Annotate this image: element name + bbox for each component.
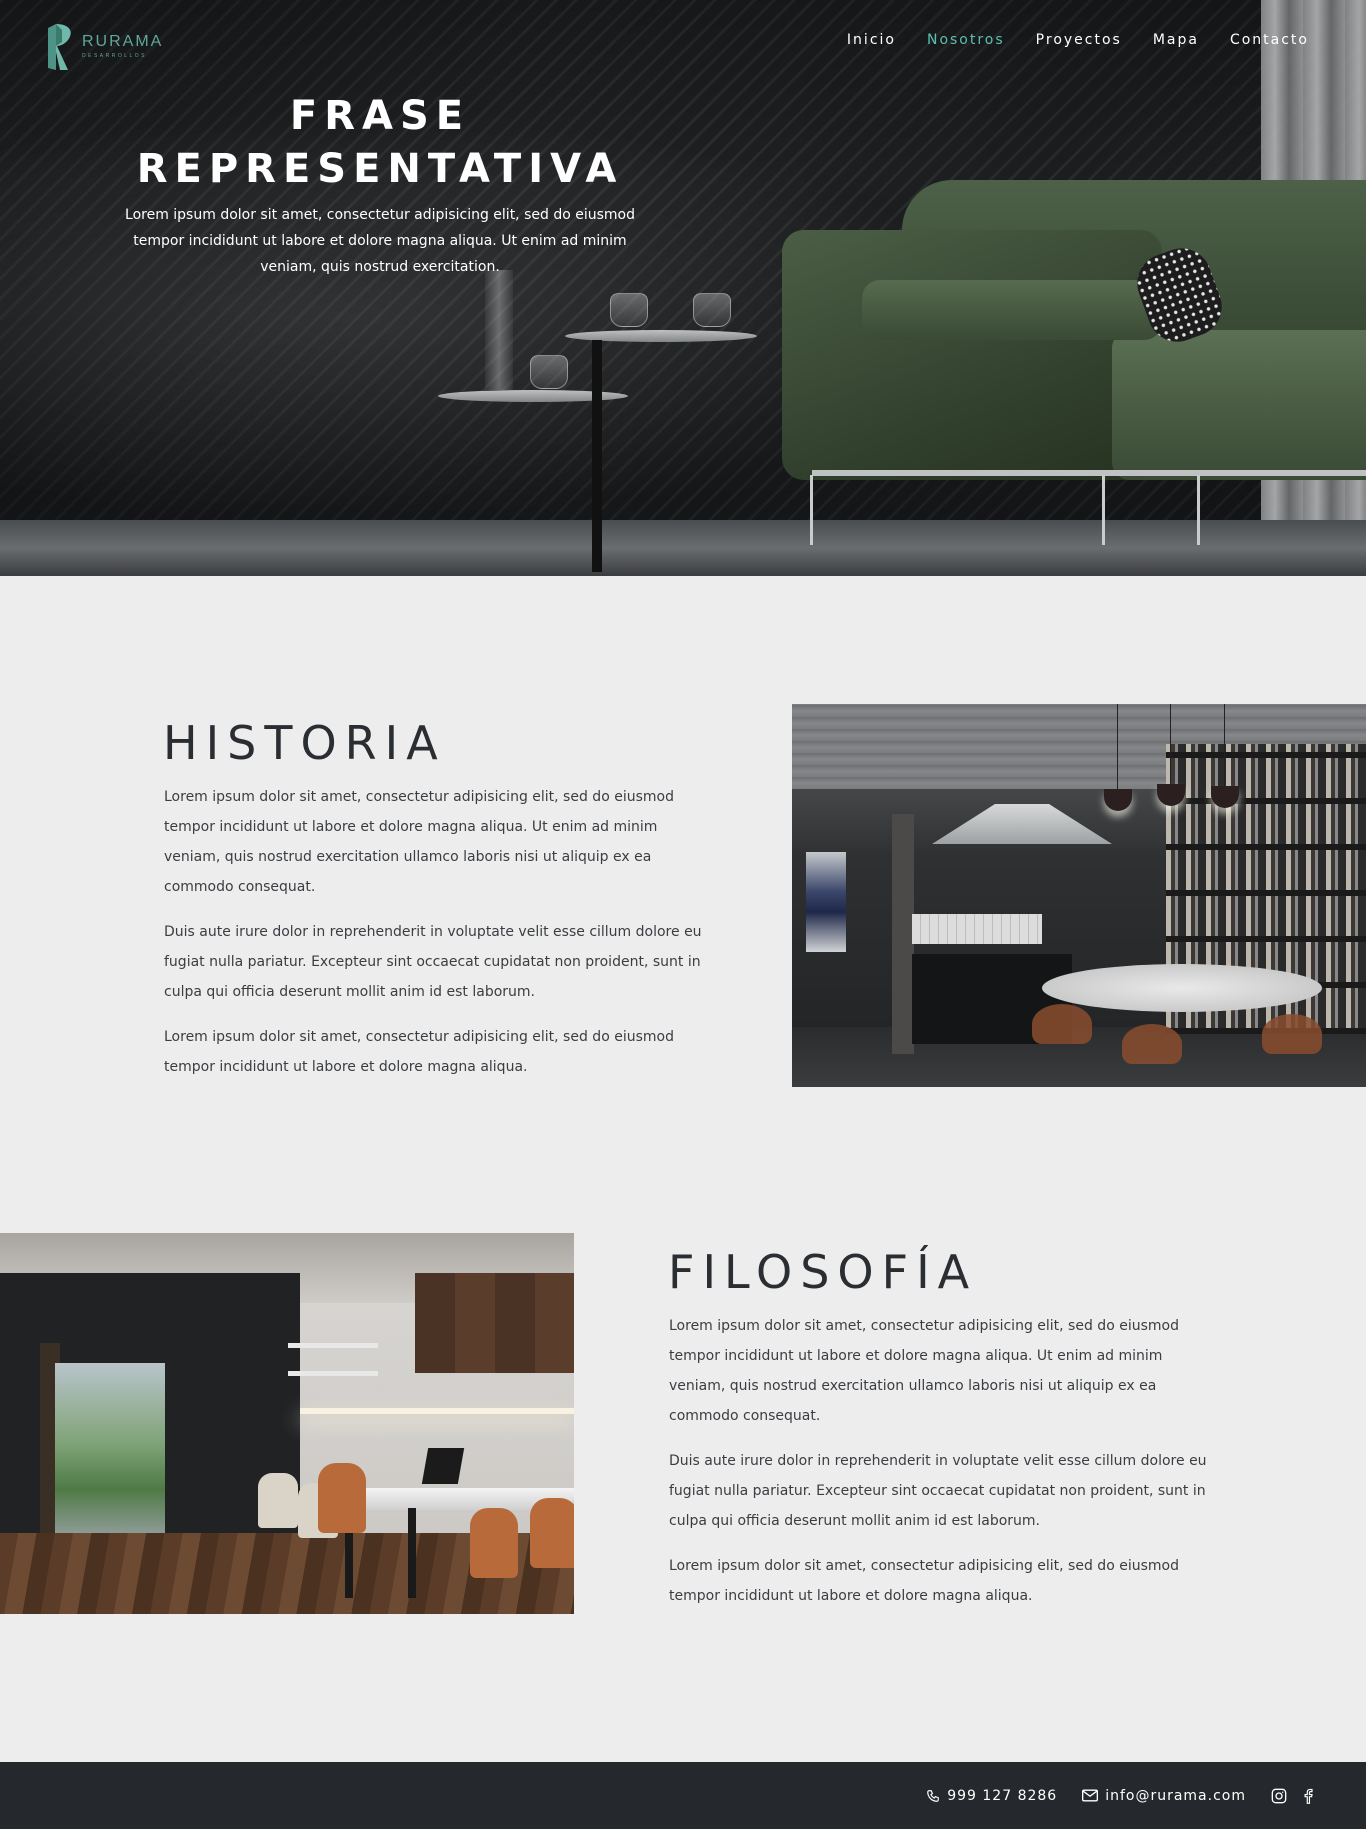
- hero-text: Lorem ipsum dolor sit amet, consectetur …: [125, 207, 635, 275]
- mail-icon: [1082, 1789, 1099, 1802]
- hero-vase: [485, 270, 513, 390]
- facebook-icon[interactable]: [1303, 1788, 1313, 1804]
- hero-sofa: [782, 170, 1366, 545]
- filosofia-paragraph: Lorem ipsum dolor sit amet, consectetur …: [669, 1558, 1179, 1604]
- hero-glass: [610, 293, 648, 327]
- historia-title: HISTORIA: [163, 716, 446, 770]
- hero-title-line1: FRASE: [289, 93, 471, 139]
- brand-subtitle: DESARROLLOS: [82, 53, 148, 59]
- brand-name: RURAMA: [82, 33, 164, 50]
- hero-floor: [0, 520, 1366, 576]
- nav-item-inicio[interactable]: Inicio: [847, 32, 896, 48]
- nav-item-contacto[interactable]: Contacto: [1230, 32, 1309, 48]
- phone-icon: [927, 1789, 940, 1802]
- nav-item-mapa[interactable]: Mapa: [1153, 32, 1199, 48]
- filosofia-paragraph: Lorem ipsum dolor sit amet, consectetur …: [669, 1318, 1179, 1424]
- filosofia-office-image: [0, 1233, 574, 1614]
- hero-glass: [530, 355, 568, 389]
- filosofia-paragraph: Duis aute irure dolor in reprehenderit i…: [669, 1453, 1207, 1529]
- instagram-icon[interactable]: [1271, 1788, 1287, 1804]
- filosofia-title: FILOSOFÍA: [668, 1245, 978, 1299]
- nav-item-proyectos[interactable]: Proyectos: [1036, 32, 1122, 48]
- hero-glass: [693, 293, 731, 327]
- historia-paragraph: Lorem ipsum dolor sit amet, consectetur …: [164, 1029, 674, 1075]
- historia-paragraph: Lorem ipsum dolor sit amet, consectetur …: [164, 789, 674, 895]
- historia-kitchen-image: [792, 704, 1366, 1087]
- side-table-stem: [592, 340, 602, 572]
- hero-title-line2: REPRESENTATIVA: [136, 146, 624, 192]
- footer-email[interactable]: info@rurama.com: [1082, 1788, 1246, 1804]
- site-footer: 999 127 8286 info@rurama.com: [0, 1762, 1366, 1829]
- footer-email-text: info@rurama.com: [1105, 1787, 1246, 1804]
- hero-title: FRASE REPRESENTATIVA: [110, 90, 650, 196]
- footer-phone[interactable]: 999 127 8286: [926, 1788, 1057, 1804]
- footer-social-links: [1271, 1788, 1313, 1804]
- footer-phone-text: 999 127 8286: [947, 1787, 1058, 1804]
- main-nav: Inicio Nosotros Proyectos Mapa Contacto: [847, 32, 1309, 48]
- nav-item-nosotros[interactable]: Nosotros: [927, 32, 1005, 48]
- historia-paragraph: Duis aute irure dolor in reprehenderit i…: [164, 924, 702, 1000]
- brand-logo[interactable]: RURAMA DESARROLLOS: [46, 22, 163, 72]
- logo-mark-icon: [48, 24, 71, 70]
- hero-section: RURAMA DESARROLLOS Inicio Nosotros Proye…: [0, 0, 1366, 576]
